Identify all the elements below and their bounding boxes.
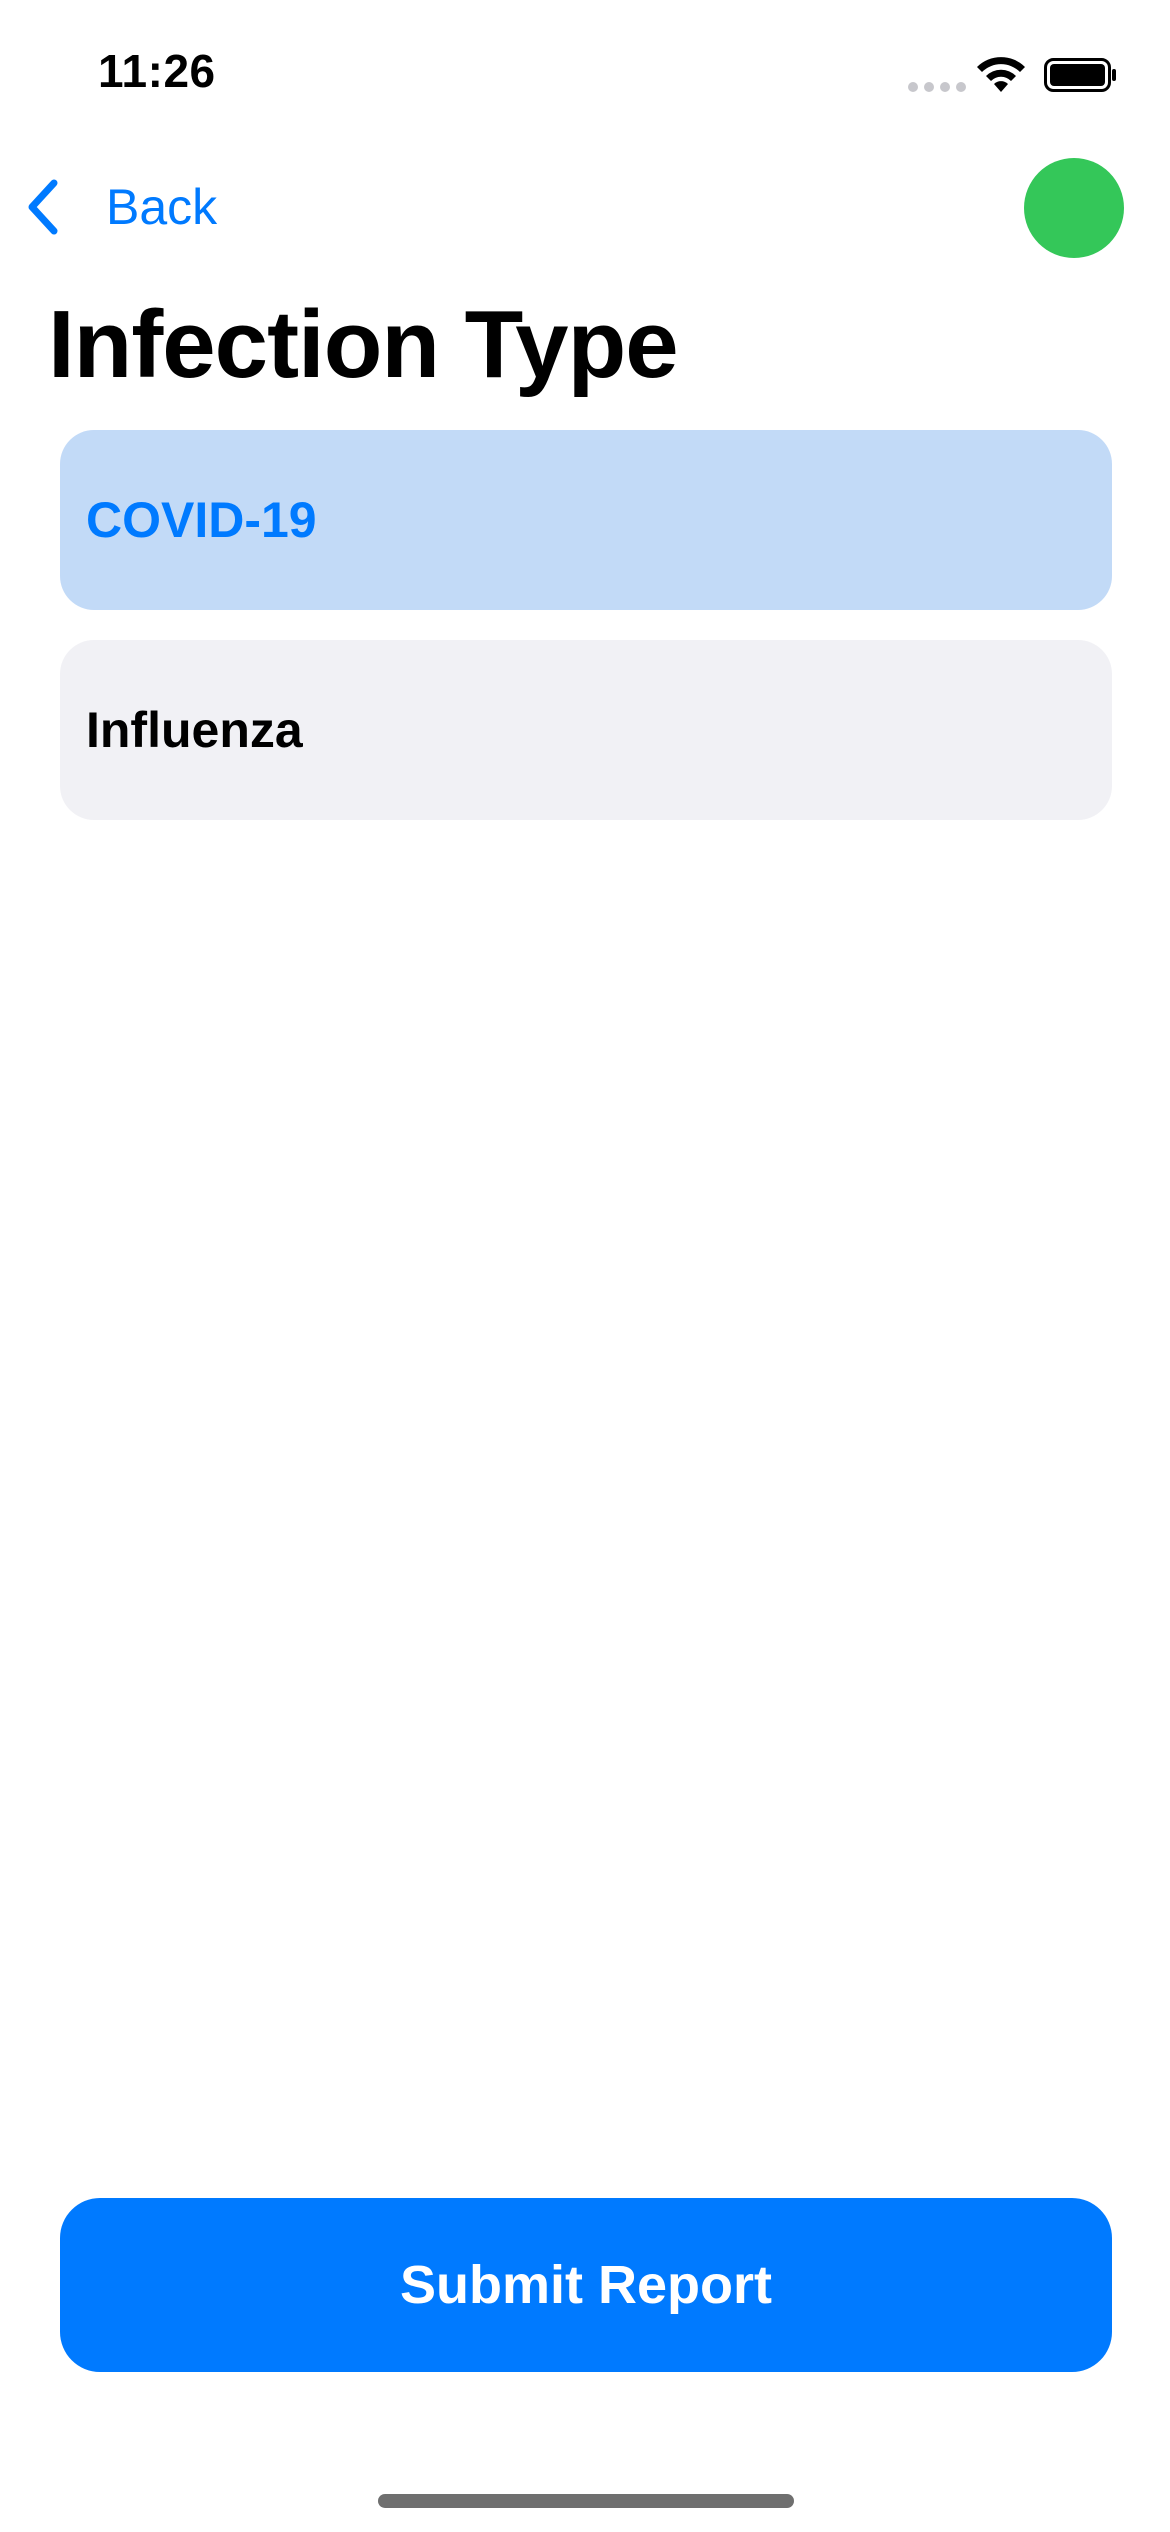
cellular-signal-icon [908, 82, 966, 92]
home-indicator[interactable] [378, 2494, 794, 2508]
status-indicator [1024, 158, 1124, 258]
screen: 11:26 Back Infection Type COVID-19 Influ… [0, 0, 1170, 2532]
chevron-left-icon [28, 179, 58, 235]
submit-report-button[interactable]: Submit Report [60, 2198, 1112, 2372]
status-time: 11:26 [98, 45, 216, 97]
option-influenza[interactable]: Influenza [60, 640, 1112, 820]
wifi-icon [977, 57, 1025, 92]
page-title: Infection Type [48, 291, 679, 398]
option-covid-19[interactable]: COVID-19 [60, 430, 1112, 610]
back-button[interactable]: Back [24, 172, 217, 242]
infection-type-list: COVID-19 Influenza [60, 430, 1112, 820]
battery-icon [1044, 58, 1116, 92]
back-label: Back [106, 179, 218, 235]
